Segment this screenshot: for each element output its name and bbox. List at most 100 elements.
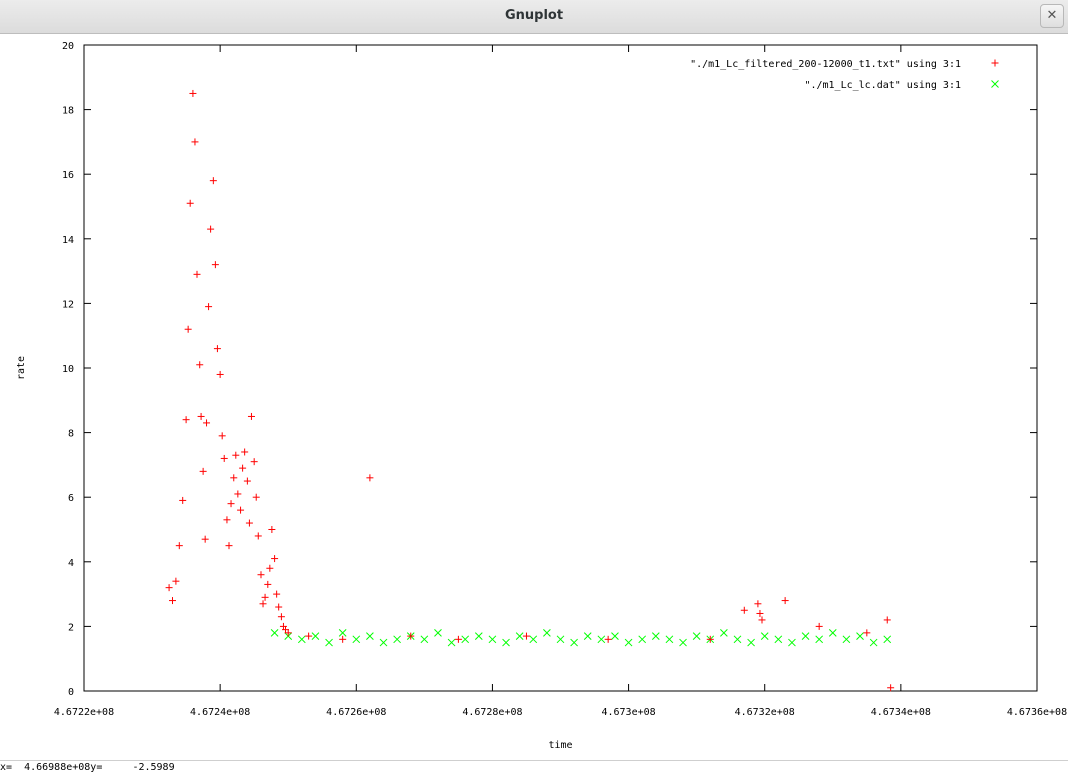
data-point [366,474,374,482]
data-point [570,638,578,647]
close-icon[interactable]: ✕ [1040,4,1064,28]
data-point [179,496,187,504]
data-point [218,432,226,440]
data-point [225,542,233,550]
data-point [454,635,462,643]
y-tick-label: 0 [68,687,74,698]
data-point [165,584,173,592]
scatter-plot[interactable]: 0 2 4 6 8 10 12 14 16 18 20 4.6722e+08 4.6724e+08 4.6… [0,34,1068,760]
data-point [203,419,211,427]
data-point [213,345,221,353]
x-tick-label: 4.6724e+08 [190,707,250,718]
data-point [522,632,530,640]
data-point [887,684,895,692]
y-tick-label: 8 [68,429,74,440]
data-point [239,464,247,472]
data-point [863,629,871,637]
plot-frame [83,44,1038,692]
data-point [338,629,347,637]
data-point [461,635,470,644]
data-point [760,632,769,640]
data-point [201,535,209,543]
data-point [197,412,205,420]
data-point [597,635,606,644]
y-tick-label: 20 [62,41,74,52]
data-point [243,477,251,485]
data-point [196,361,204,369]
data-point [828,629,837,637]
y-axis-label: rate [16,356,27,380]
data-point [205,303,213,311]
data-point [781,597,789,605]
data-point [273,590,281,598]
data-point [186,199,194,207]
x-tick-label: 4.6722e+08 [54,707,114,718]
data-point [624,638,633,647]
y-tick-label: 4 [68,558,74,569]
data-point [182,416,190,424]
data-point [801,632,810,640]
data-point [379,638,388,647]
data-point [247,412,255,420]
data-point [261,593,269,601]
y-tick-label: 16 [62,170,74,181]
data-point [241,448,249,456]
x-tick-label: 4.6732e+08 [735,707,795,718]
data-point [447,638,456,647]
data-point [271,555,279,563]
data-point [393,635,401,644]
legend-marker [991,59,999,67]
data-point [257,571,265,579]
data-point [740,606,748,614]
data-point [883,616,891,624]
data-point [172,577,180,585]
legend-marker [991,80,999,88]
plot-area[interactable]: 0 2 4 6 8 10 12 14 16 18 20 4.6722e+08 4.6724e+08 4.6… [0,34,1068,774]
data-point [232,451,240,459]
data-point [259,600,267,608]
data-point [277,613,285,621]
y-tick-label: 2 [68,622,74,633]
data-point [651,632,660,640]
data-point [869,638,878,647]
data-point [679,638,687,647]
data-point [168,597,176,605]
data-point [842,635,851,644]
data-point [254,532,262,540]
window-title: Gnuplot [504,8,564,23]
cursor-coordinates: x= 4.66988e+08y= -2.5989 [0,762,175,773]
data-point [339,635,347,643]
data-point [883,635,892,644]
legend-label: "./m1_Lc_filtered_200-12000_t1.txt" usin… [690,59,961,70]
data-point [754,600,762,608]
data-point [352,635,361,644]
data-point [720,629,728,637]
data-point [207,225,215,233]
status-bar: x= 4.66988e+08y= -2.5989 [0,760,1068,774]
data-point [199,467,207,475]
x-tick-label: 4.673e+08 [601,707,655,718]
data-point [815,622,823,630]
x-tick-label: 4.6734e+08 [871,707,931,718]
data-point [264,580,272,588]
data-point [245,519,253,527]
data-point [543,629,551,637]
data-point [311,632,320,640]
data-point [420,635,429,644]
data-point [250,458,258,466]
data-point [175,542,183,550]
x-axis-label: time [548,740,572,751]
data-point [583,632,592,640]
data-point [305,632,313,640]
data-point [502,638,510,647]
data-point [252,493,260,501]
data-point [747,638,755,647]
data-point [665,635,674,644]
data-point [268,526,276,533]
data-point [515,632,524,640]
data-point [366,632,374,640]
data-point [211,261,219,269]
data-point [529,635,538,644]
data-point [434,629,442,637]
data-point [488,635,497,644]
